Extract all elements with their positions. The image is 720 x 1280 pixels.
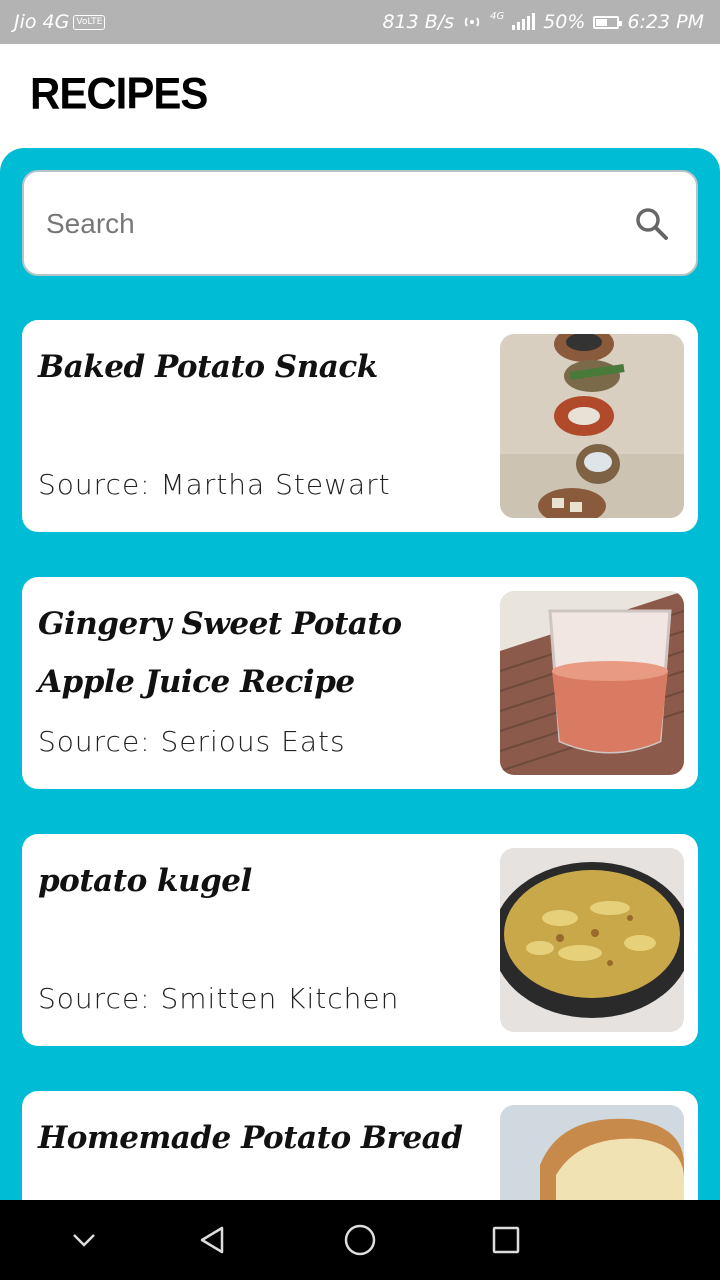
- chevron-down-icon[interactable]: [64, 1220, 104, 1260]
- recipe-title: potato kugel: [38, 863, 252, 899]
- clock: 6:23 PM: [627, 11, 704, 33]
- recipe-title: Gingery Sweet Potato Apple Juice Recipe: [38, 606, 402, 700]
- recipes-panel[interactable]: Baked Potato Snack Source: Martha Stewar…: [0, 148, 720, 1200]
- status-right: 813 B/s 4G 50% 6:23 PM: [382, 10, 704, 34]
- hotspot-icon: [464, 17, 480, 27]
- recipe-source: Source: Martha Stewart: [38, 468, 391, 501]
- app-header: RECIPES: [0, 44, 720, 148]
- recipe-image: [500, 1105, 684, 1200]
- status-left: Jio 4G VoLTE: [14, 11, 106, 33]
- battery-fill: [596, 18, 608, 26]
- recipe-card[interactable]: potato kugel Source: Smitten Kitchen: [22, 834, 698, 1046]
- network-type: 4G: [490, 10, 505, 22]
- recipe-source: Source: Serious Eats: [38, 725, 346, 758]
- signal-icon: [512, 13, 536, 30]
- status-bar: Jio 4G VoLTE 813 B/s 4G 50% 6:23 PM: [0, 0, 720, 44]
- carrier-label: Jio 4G: [14, 11, 70, 33]
- recipe-card[interactable]: Gingery Sweet Potato Apple Juice Recipe …: [22, 577, 698, 789]
- battery-icon: [593, 15, 623, 29]
- search-input[interactable]: [44, 198, 608, 250]
- network-speed: 813 B/s: [382, 11, 455, 33]
- recipe-title: Homemade Potato Bread: [38, 1120, 463, 1156]
- back-icon[interactable]: [192, 1220, 232, 1260]
- recipe-title: Baked Potato Snack: [38, 349, 378, 385]
- recipe-source: Source: Smitten Kitchen: [38, 982, 400, 1015]
- recipe-image: [500, 848, 684, 1032]
- search-icon[interactable]: [634, 206, 670, 242]
- recipe-image: [500, 591, 684, 775]
- recipe-card[interactable]: Homemade Potato Bread: [22, 1091, 698, 1200]
- page-title: RECIPES: [30, 68, 208, 119]
- volte-badge: VoLTE: [73, 14, 106, 30]
- recipe-card[interactable]: Baked Potato Snack Source: Martha Stewar…: [22, 320, 698, 532]
- recents-icon[interactable]: [486, 1220, 526, 1260]
- search-bar[interactable]: [22, 170, 698, 276]
- home-icon[interactable]: [340, 1220, 380, 1260]
- navigation-bar: [0, 1200, 720, 1280]
- recipe-image: [500, 334, 684, 518]
- battery-percent: 50%: [543, 11, 586, 33]
